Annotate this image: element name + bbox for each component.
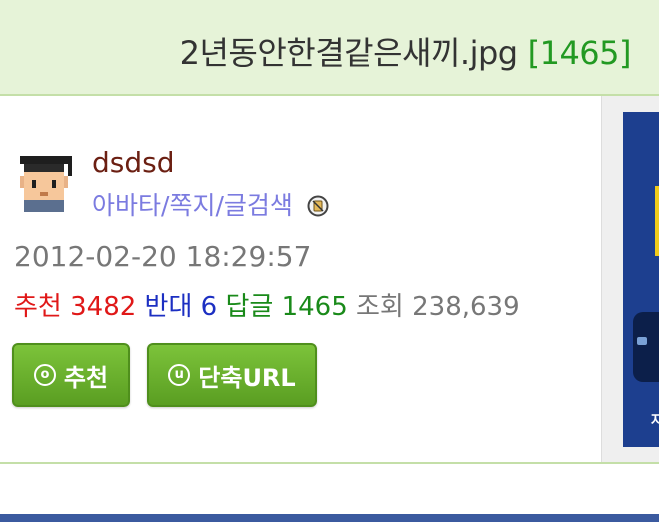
views-label: 조회 bbox=[356, 292, 404, 322]
ad-car-light bbox=[637, 337, 647, 345]
views-value: 238,639 bbox=[412, 292, 520, 322]
graduation-cap-avatar-icon bbox=[12, 148, 76, 212]
post-search-link[interactable]: 글검색 bbox=[224, 191, 293, 220]
recommend-button[interactable]: o 추천 bbox=[12, 343, 130, 407]
post-title[interactable]: 2년동안한결같은새끼.jpg [1465] bbox=[180, 28, 632, 74]
link-separator: / bbox=[215, 191, 224, 220]
message-link[interactable]: 쪽지 bbox=[169, 191, 215, 220]
post-stats: 추천 3482 반대 6 답글 1465 조회 238,639 bbox=[14, 286, 520, 323]
next-section-strip bbox=[0, 514, 659, 522]
ad-car-graphic bbox=[633, 312, 659, 382]
ad-text: 자 bbox=[651, 413, 659, 429]
avatar[interactable] bbox=[12, 148, 76, 212]
post-title-text[interactable]: 2년동안한결같은새끼.jpg bbox=[180, 34, 519, 72]
short-url-button-label: 단축URL bbox=[198, 363, 296, 392]
crossed-circle-badge-icon[interactable] bbox=[307, 194, 329, 217]
ad-yellow-graphic bbox=[655, 186, 659, 256]
recommend-value: 3482 bbox=[70, 292, 137, 322]
recommend-circle-icon: o bbox=[33, 364, 56, 386]
oppose-value: 6 bbox=[200, 292, 218, 322]
short-url-circle-icon: u bbox=[168, 364, 191, 386]
post-title-bar: 2년동안한결같은새끼.jpg [1465] bbox=[0, 0, 659, 96]
recommend-label: 추천 bbox=[14, 292, 62, 322]
short-url-button[interactable]: u 단축URL bbox=[147, 343, 317, 407]
avatar-link[interactable]: 아바타 bbox=[92, 191, 161, 220]
reply-label: 답글 bbox=[225, 292, 274, 322]
oppose-label: 반대 bbox=[144, 292, 193, 322]
post-info-area: dsdsd 아바타/쪽지/글검색 2012-02-20 18:29:57 추천 … bbox=[0, 96, 659, 464]
right-side-panel: 자 bbox=[601, 96, 659, 462]
author-nickname[interactable]: dsdsd bbox=[92, 146, 175, 179]
recommend-button-label: 추천 bbox=[63, 363, 109, 392]
post-datetime: 2012-02-20 18:29:57 bbox=[14, 240, 312, 273]
comment-count[interactable]: [1465] bbox=[528, 34, 632, 72]
reply-value: 1465 bbox=[281, 292, 348, 322]
ad-banner[interactable]: 자 bbox=[623, 112, 659, 447]
author-links: 아바타/쪽지/글검색 bbox=[92, 186, 329, 222]
